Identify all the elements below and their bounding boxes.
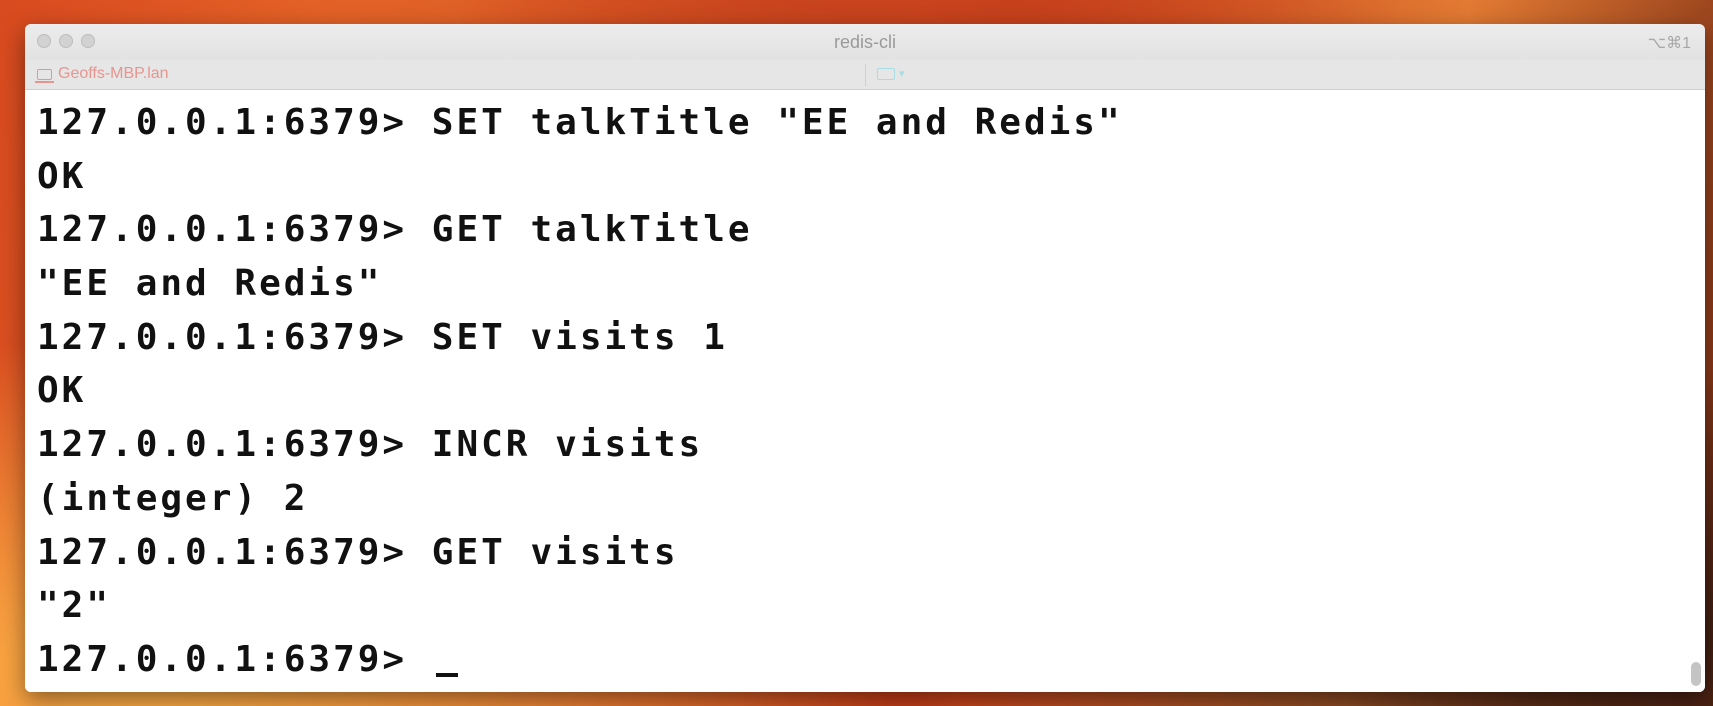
terminal-prompt: 127.0.0.1:6379>: [37, 638, 432, 680]
terminal-line: 127.0.0.1:6379> GET talkTitle: [37, 209, 753, 251]
tab-bar: Geoffs-MBP.lan ▾: [25, 60, 1705, 90]
tab-divider: [865, 64, 866, 86]
terminal-line: 127.0.0.1:6379> SET visits 1: [37, 316, 728, 358]
terminal-output[interactable]: 127.0.0.1:6379> SET talkTitle "EE and Re…: [25, 90, 1705, 692]
terminal-line: "EE and Redis": [37, 263, 383, 305]
terminal-line: 127.0.0.1:6379> SET talkTitle "EE and Re…: [37, 102, 1123, 143]
computer-icon: [35, 68, 54, 83]
terminal-window: redis-cli ⌥⌘1 Geoffs-MBP.lan ▾ 127.0.0.1…: [25, 24, 1705, 692]
terminal-line: 127.0.0.1:6379> GET visits: [37, 531, 679, 573]
terminal-line: OK: [37, 155, 87, 197]
scrollbar[interactable]: [1691, 662, 1701, 686]
host-label: Geoffs-MBP.lan: [58, 65, 169, 82]
terminal-line: "2": [37, 585, 112, 627]
terminal-prompt-line[interactable]: 127.0.0.1:6379>: [37, 633, 1705, 687]
folder-icon[interactable]: [877, 68, 895, 80]
terminal-line: (integer) 2: [37, 477, 309, 519]
chevron-down-icon[interactable]: ▾: [899, 67, 905, 80]
terminal-line: 127.0.0.1:6379> INCR visits: [37, 424, 704, 466]
host-tab[interactable]: Geoffs-MBP.lan: [35, 65, 169, 83]
terminal-line: OK: [37, 370, 87, 412]
title-bar: redis-cli ⌥⌘1: [25, 24, 1705, 60]
window-shortcut: ⌥⌘1: [1647, 35, 1691, 52]
text-cursor: [435, 672, 458, 677]
window-title: redis-cli: [833, 32, 896, 52]
